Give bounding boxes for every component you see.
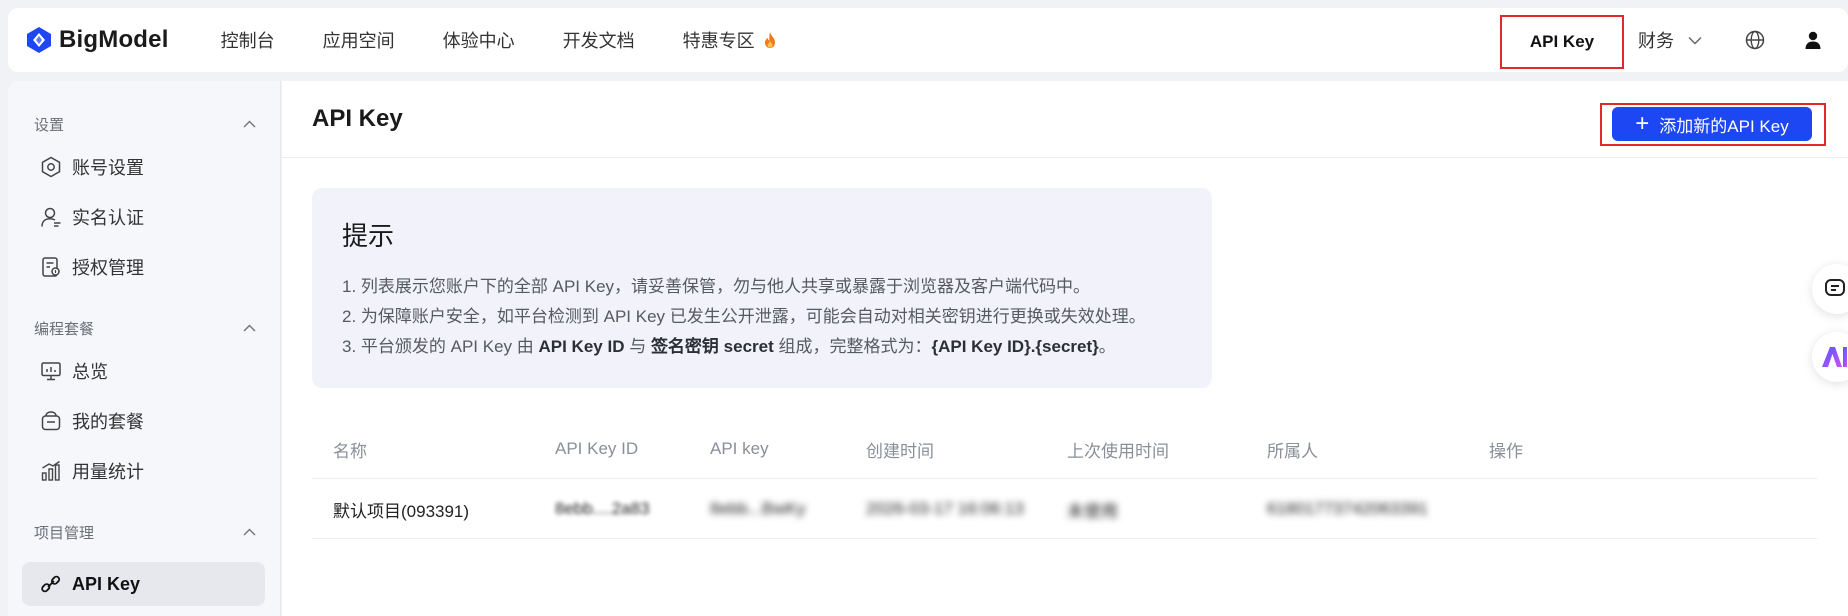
sidebar-item-label: API Key: [72, 573, 141, 594]
tip-line-3-bold: {API Key ID}.{secret}: [931, 337, 1099, 356]
cell-key-id: 8ebb....2a83: [555, 479, 650, 539]
sidebar-section-project-mgmt[interactable]: 项目管理: [34, 521, 256, 543]
fire-icon: [764, 32, 775, 48]
sidebar-item-my-plan[interactable]: 我的套餐: [22, 399, 265, 443]
key-link-icon: [41, 575, 61, 593]
sidebar-item-authorization[interactable]: 授权管理: [22, 245, 265, 289]
add-api-key-button[interactable]: + 添加新的API Key: [1612, 107, 1812, 141]
add-button-highlight: + 添加新的API Key: [1600, 103, 1826, 146]
page-header: API Key + 添加新的API Key: [282, 81, 1848, 158]
sidebar-item-label: 实名认证: [72, 208, 144, 228]
ai-assistant-icon: [1822, 347, 1847, 367]
column-header-actions: 操作: [1489, 441, 1523, 461]
cell-key: 8ebb...BwKy: [710, 499, 806, 518]
nav-experience-center[interactable]: 体验中心: [443, 27, 515, 53]
cell-owner: 61801773742063391: [1267, 499, 1428, 518]
table-header: 名称 API Key ID API key 创建时间 上次使用时间 所属人 操作: [312, 419, 1817, 479]
sidebar-item-usage-stats[interactable]: 用量统计: [22, 449, 265, 493]
cell-key-id-value: 8ebb....2a83: [555, 499, 650, 518]
tip-line-1: 1. 列表展示您账户下的全部 API Key，请妥善保管，勿与他人共享或暴露于浏…: [342, 277, 1091, 296]
sidebar-item-account-settings[interactable]: 账号设置: [22, 145, 265, 189]
column-header-key: API key: [710, 439, 769, 458]
sidebar-section-coding-plan[interactable]: 编程套餐: [34, 317, 256, 339]
top-navbar: BigModel 控制台 应用空间 体验中心 开发文档 特惠专区 API Key…: [8, 8, 1848, 72]
sidebar-section-project-mgmt-title: 项目管理: [34, 524, 95, 542]
nav-finance-dropdown[interactable]: 财务: [1638, 8, 1702, 72]
sidebar: 设置 账号设置 实名认证 授权管理 编程套餐 总览 我的套餐 用量统计 项目管理…: [8, 81, 281, 616]
nav-console-label: 控制台: [220, 31, 275, 51]
column-header-name: 名称: [333, 441, 367, 461]
add-api-key-label: 添加新的API Key: [1659, 116, 1789, 136]
column-header-created: 创建时间: [866, 441, 934, 461]
nav-console[interactable]: 控制台: [221, 27, 275, 53]
table-row: 默认项目(093391) 8ebb....2a83 8ebb...BwKy 20…: [312, 479, 1817, 539]
column-header-owner: 所属人: [1267, 441, 1318, 461]
tip-line-3-part: 。: [1098, 337, 1116, 356]
chevron-down-icon: [1688, 36, 1702, 45]
chat-bubble-icon: [1825, 279, 1845, 296]
nav-api-key[interactable]: API Key: [1500, 15, 1624, 69]
tip-panel: 提示 1. 列表展示您账户下的全部 API Key，请妥善保管，勿与他人共享或暴…: [312, 188, 1212, 388]
main-nav: 控制台 应用空间 体验中心 开发文档 特惠专区: [221, 8, 825, 72]
tip-line-3-bold: API Key ID: [538, 337, 625, 356]
brand-name: BigModel: [59, 26, 169, 53]
bar-chart-icon: [41, 460, 60, 481]
tip-line-3-bold: 签名密钥 secret: [650, 337, 774, 356]
cell-created: 2026-03-17 16:06:13: [866, 499, 1024, 518]
nav-dev-docs-label: 开发文档: [562, 31, 635, 51]
column-header-key-id: API Key ID: [555, 439, 639, 458]
sidebar-item-real-name[interactable]: 实名认证: [22, 195, 265, 239]
authorization-doc-icon: [42, 257, 60, 277]
nav-app-space-label: 应用空间: [322, 31, 395, 51]
tip-line-3-part: 与: [624, 337, 651, 356]
cell-name: 默认项目(093391): [333, 501, 470, 521]
sidebar-item-label: 用量统计: [72, 462, 144, 482]
brand-logo[interactable]: BigModel: [25, 26, 169, 54]
nav-special-offers[interactable]: 特惠专区: [683, 27, 777, 53]
nav-api-key-label: API Key: [1529, 32, 1595, 51]
nav-dev-docs[interactable]: 开发文档: [563, 27, 635, 53]
monitor-icon: [41, 362, 61, 381]
nav-app-space[interactable]: 应用空间: [323, 27, 395, 53]
plus-icon: +: [1635, 110, 1650, 137]
tip-line-3-part: 组成，完整格式为：: [773, 337, 932, 356]
sidebar-item-label: 账号设置: [72, 158, 144, 178]
tip-title: 提示: [342, 221, 395, 251]
package-icon: [41, 411, 61, 431]
main-content: API Key + 添加新的API Key 提示 1. 列表展示您账户下的全部 …: [282, 81, 1848, 616]
settings-hexagon-icon: [41, 156, 61, 178]
chevron-up-icon: [243, 324, 256, 332]
tip-line-3-part: 3. 平台颁发的 API Key 由: [342, 337, 539, 356]
sidebar-item-overview[interactable]: 总览: [22, 349, 265, 393]
tip-line-3: 3. 平台颁发的 API Key 由 API Key ID 与 签名密钥 sec…: [342, 332, 1116, 357]
page-title: API Key: [312, 105, 403, 132]
chevron-up-icon: [243, 528, 256, 536]
sidebar-section-settings[interactable]: 设置: [34, 113, 256, 135]
sidebar-item-api-key[interactable]: API Key: [22, 562, 265, 606]
sidebar-item-label: 总览: [72, 362, 108, 382]
sidebar-item-label: 授权管理: [72, 258, 144, 278]
api-key-table: 名称 API Key ID API key 创建时间 上次使用时间 所属人 操作…: [312, 419, 1817, 539]
sidebar-item-label: 我的套餐: [72, 412, 144, 432]
person-verify-icon: [41, 207, 61, 227]
sidebar-section-coding-plan-title: 编程套餐: [34, 320, 95, 338]
sidebar-section-settings-title: 设置: [34, 116, 65, 134]
nav-experience-center-label: 体验中心: [442, 31, 515, 51]
nav-special-offers-label: 特惠专区: [682, 31, 755, 51]
column-header-last-used: 上次使用时间: [1067, 441, 1169, 461]
nav-finance-label: 财务: [1638, 31, 1674, 51]
bigmodel-logo-icon: [27, 27, 51, 53]
tip-line-2: 2. 为保障账户安全，如平台检测到 API Key 已发生公开泄露，可能会自动对…: [342, 307, 1146, 326]
globe-icon[interactable]: [1745, 30, 1765, 50]
chevron-up-icon: [243, 120, 256, 128]
cell-last-used: 未使用: [1067, 501, 1118, 521]
user-icon[interactable]: [1803, 30, 1823, 50]
